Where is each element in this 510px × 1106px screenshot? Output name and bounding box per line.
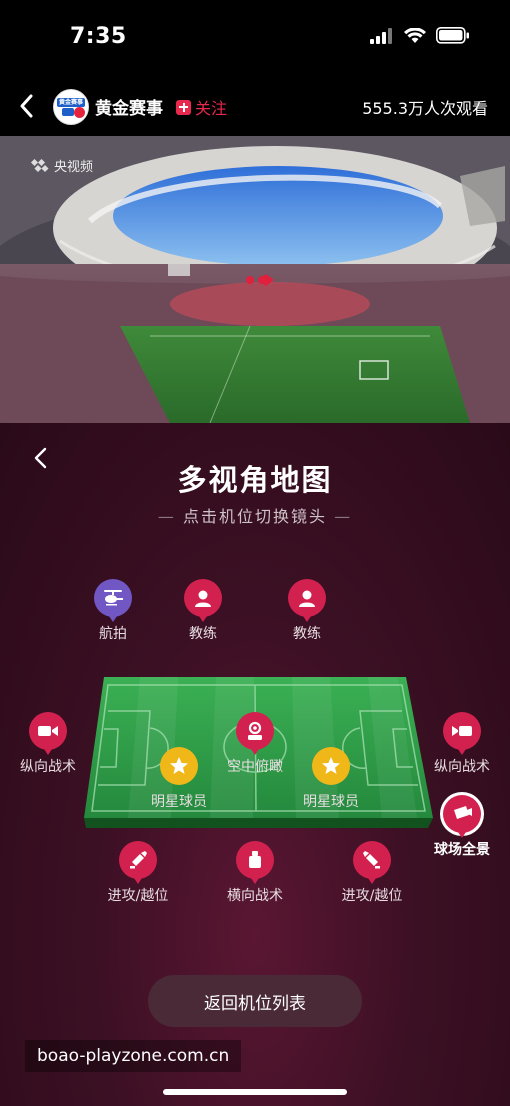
video-player[interactable]: 央视频	[0, 136, 510, 423]
return-camera-list-button[interactable]: 返回机位列表	[148, 975, 362, 1027]
plus-icon	[176, 99, 191, 115]
camera-panorama[interactable]: 球场全景	[417, 795, 507, 859]
overhead-camera-icon	[248, 721, 262, 740]
site-watermark: boao-playzone.com.cn	[25, 1040, 242, 1072]
status-bar: 7:35	[0, 0, 510, 76]
helicopter-icon	[104, 590, 123, 606]
stadium-image	[0, 136, 510, 423]
cctv-logo-icon	[30, 158, 49, 172]
camera-attack-left[interactable]: 进攻/越位	[93, 841, 183, 905]
camera-vertical-left-label: 纵向战术	[20, 759, 76, 775]
camera-overhead-label: 空中俯瞰	[227, 759, 283, 775]
camera-aerial[interactable]: 航拍	[68, 579, 158, 643]
avatar-logo-text: 黄金赛事	[57, 98, 85, 107]
star-icon	[170, 757, 188, 774]
person-icon	[195, 590, 211, 607]
camera-attack-right-label: 进攻/越位	[341, 888, 403, 904]
signal-icon	[370, 27, 392, 44]
back-icon[interactable]	[14, 92, 40, 120]
camera-star-right-label: 明星球员	[303, 794, 359, 810]
camera-coach-right[interactable]: 教练	[262, 579, 352, 643]
goal-camera-icon	[130, 851, 147, 869]
star-icon	[322, 757, 340, 774]
camera-vertical-right[interactable]: 纵向战术	[417, 712, 507, 776]
camera-vertical-right-label: 纵向战术	[434, 759, 490, 775]
camera-attack-right[interactable]: 进攻/越位	[327, 841, 417, 905]
status-time: 7:35	[70, 24, 127, 49]
camera-panorama-label: 球场全景	[434, 842, 490, 858]
video-camera-icon	[38, 726, 58, 736]
camera-vertical-left[interactable]: 纵向战术	[3, 712, 93, 776]
side-camera-icon	[249, 851, 261, 868]
wifi-icon	[404, 27, 426, 43]
camera-coach-right-label: 教练	[293, 626, 321, 642]
person-icon	[299, 590, 315, 607]
goal-camera-icon	[363, 851, 380, 869]
status-icons	[370, 27, 470, 44]
video-watermark-text: 央视频	[54, 160, 94, 175]
camera-coach-left-label: 教练	[189, 626, 217, 642]
home-indicator[interactable]	[163, 1089, 347, 1095]
camera-aerial-label: 航拍	[99, 626, 127, 642]
live-header: 黄金赛事 黄金赛事 关注 555.3万人次观看	[0, 76, 510, 136]
follow-label: 关注	[195, 99, 228, 118]
channel-avatar[interactable]: 黄金赛事	[53, 89, 89, 125]
panorama-camera-icon	[454, 806, 472, 819]
video-watermark: 央视频	[30, 156, 93, 175]
camera-star-left[interactable]: 明星球员	[134, 747, 224, 811]
camera-star-right[interactable]: 明星球员	[286, 747, 376, 811]
camera-star-left-label: 明星球员	[151, 794, 207, 810]
camera-horizontal[interactable]: 横向战术	[210, 841, 300, 905]
video-camera-icon	[452, 726, 472, 736]
camera-horizontal-label: 横向战术	[227, 888, 283, 904]
battery-icon	[436, 27, 469, 44]
camera-coach-left[interactable]: 教练	[158, 579, 248, 643]
multi-view-panel: 多视角地图 — 点击机位切换镜头 — 航拍 教练 教练 纵向战术 纵向战术 空中…	[0, 423, 510, 1106]
follow-button[interactable]: 关注	[176, 95, 227, 119]
viewer-count: 555.3万人次观看	[362, 99, 488, 118]
camera-attack-left-label: 进攻/越位	[107, 888, 169, 904]
channel-name[interactable]: 黄金赛事	[95, 94, 163, 119]
